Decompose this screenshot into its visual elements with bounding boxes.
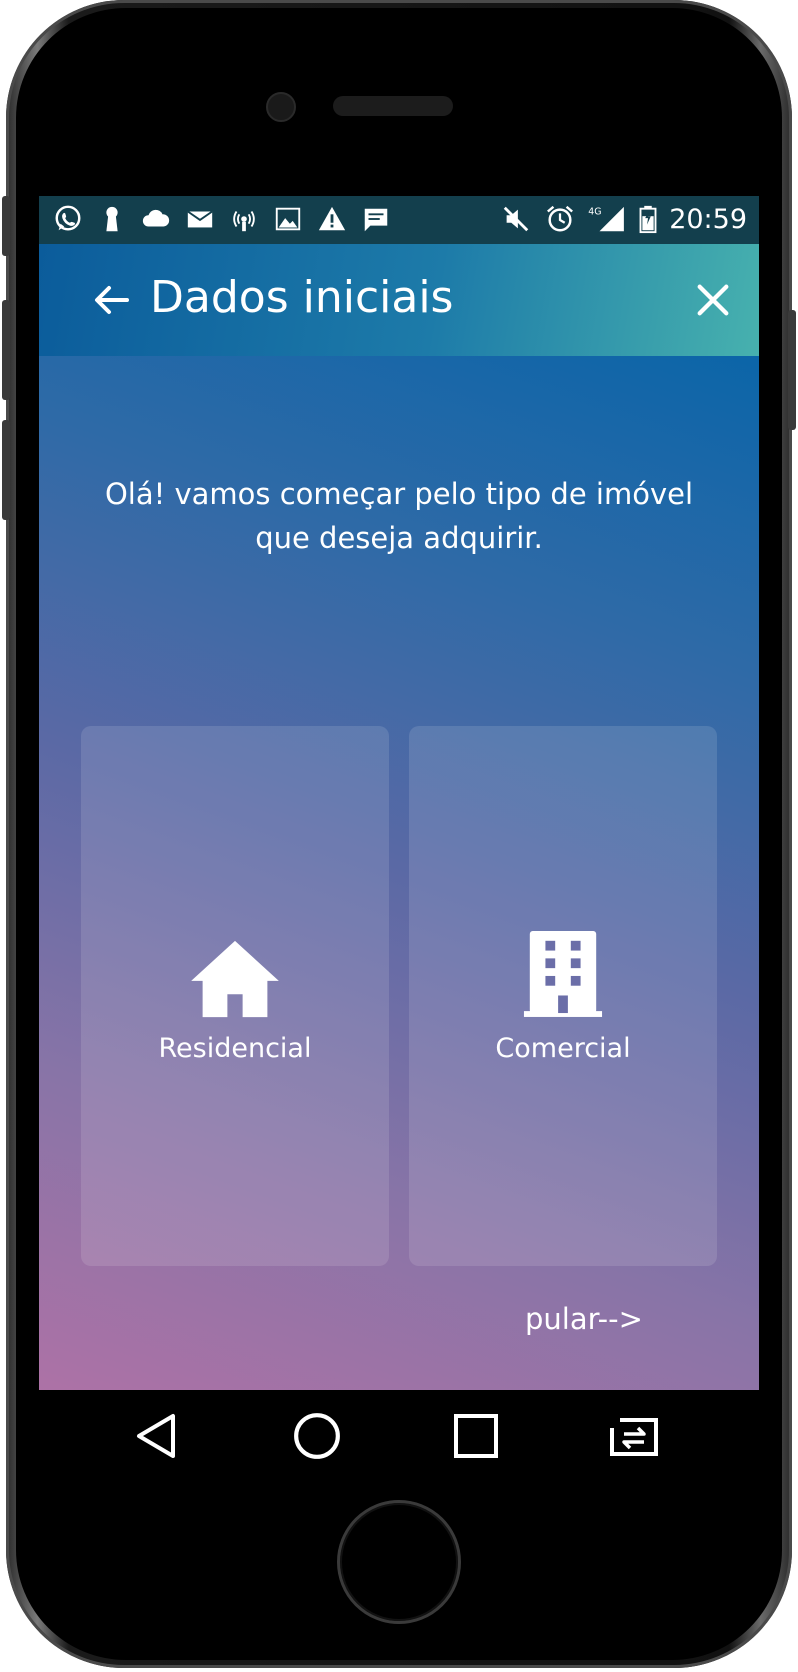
option-label-comercial: Comercial xyxy=(495,1032,631,1064)
signal-4g-icon: 4G xyxy=(587,202,627,236)
battery-icon xyxy=(637,202,659,236)
warning-icon xyxy=(315,202,349,236)
status-bar: 4G 20:59 xyxy=(39,196,759,244)
network-type-label: 4G xyxy=(588,206,601,217)
page-title: Dados iniciais xyxy=(150,272,454,323)
hotspot-icon xyxy=(227,202,261,236)
android-nav-bar xyxy=(39,1390,759,1480)
intro-line-1: Olá! vamos começar pelo tipo de imóvel xyxy=(104,477,694,511)
nav-back-button[interactable] xyxy=(129,1408,185,1464)
volume-down-button xyxy=(2,420,10,520)
keyhole-icon xyxy=(95,202,129,236)
alarm-icon xyxy=(543,202,577,236)
option-label-residencial: Residencial xyxy=(158,1032,312,1064)
app-bar: Dados iniciais xyxy=(39,244,759,356)
option-card-comercial[interactable]: Comercial xyxy=(409,726,717,1266)
home-circle-icon xyxy=(294,1413,340,1459)
nav-switch-button[interactable] xyxy=(606,1408,662,1464)
front-camera xyxy=(266,92,296,122)
mail-icon xyxy=(183,202,217,236)
status-notifications xyxy=(51,202,393,236)
screen: 4G 20:59 Dados iniciais Olá! vamos começ… xyxy=(39,196,759,1390)
building-icon xyxy=(515,929,611,1019)
arrow-left-icon xyxy=(95,286,129,314)
option-card-residencial[interactable]: Residencial xyxy=(81,726,389,1266)
nav-recents-button[interactable] xyxy=(448,1408,504,1464)
mute-icon xyxy=(499,202,533,236)
skip-link[interactable]: pular--> xyxy=(525,1302,643,1336)
whatsapp-icon xyxy=(51,202,85,236)
volume-up-button xyxy=(2,300,10,400)
message-icon xyxy=(359,202,393,236)
back-button[interactable] xyxy=(89,278,133,322)
earpiece-speaker xyxy=(333,96,453,116)
back-triangle-icon xyxy=(137,1414,175,1458)
main-content: Olá! vamos começar pelo tipo de imóvel q… xyxy=(39,356,759,1390)
hardware-home-button[interactable] xyxy=(337,1500,461,1624)
close-button[interactable] xyxy=(691,278,735,322)
switch-apps-icon xyxy=(610,1418,658,1456)
status-time: 20:59 xyxy=(669,203,747,235)
close-icon xyxy=(697,284,729,316)
house-icon xyxy=(187,929,283,1019)
intro-line-2: que deseja adquirir. xyxy=(255,521,543,555)
mute-switch xyxy=(2,196,10,256)
power-button xyxy=(788,310,796,430)
status-system: 4G 20:59 xyxy=(499,202,747,236)
recents-square-icon xyxy=(454,1414,498,1458)
cloud-icon xyxy=(139,202,173,236)
intro-text: Olá! vamos começar pelo tipo de imóvel q… xyxy=(79,472,719,560)
nav-home-button[interactable] xyxy=(289,1408,345,1464)
image-icon xyxy=(271,202,305,236)
